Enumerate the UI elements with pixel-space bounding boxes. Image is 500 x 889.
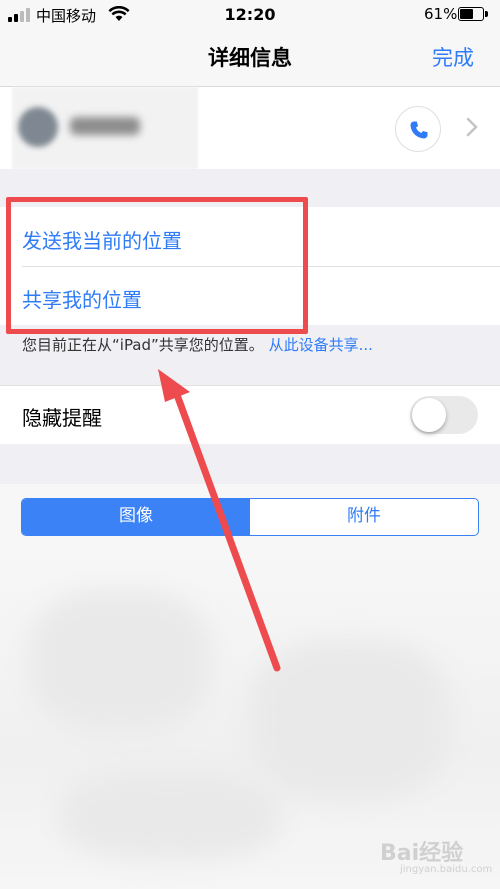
- watermark-url: jingyan.baidu.com: [400, 864, 493, 875]
- avatar: [18, 107, 58, 147]
- battery-level: [460, 9, 473, 19]
- annotation-highlight-box: [6, 197, 308, 334]
- media-segmented-control: 图像 附件: [21, 498, 479, 536]
- battery-icon: [458, 7, 488, 21]
- page-title: 详细信息: [208, 46, 292, 70]
- section-gap: [0, 444, 500, 484]
- toggle-knob: [412, 398, 446, 432]
- battery-percent: 61%: [424, 5, 458, 23]
- watermark-logo: Bai经验: [380, 841, 464, 866]
- phone-icon: [410, 121, 428, 139]
- call-button[interactable]: [395, 106, 441, 152]
- blurred-contact-name: [70, 117, 140, 135]
- status-bar: 中国移动 12:20 61%: [0, 0, 500, 30]
- hide-alerts-label: 隐藏提醒: [22, 406, 102, 430]
- hide-alerts-toggle[interactable]: [410, 396, 478, 434]
- share-from-this-device-link[interactable]: 从此设备共享...: [269, 336, 373, 354]
- location-footer-text: 您目前正在从“iPad”共享您的位置。: [22, 336, 264, 354]
- location-footer: 您目前正在从“iPad”共享您的位置。 从此设备共享...: [22, 334, 373, 355]
- hide-alerts-row: 隐藏提醒: [0, 385, 500, 445]
- tab-attachments[interactable]: 附件: [250, 499, 478, 535]
- chevron-right-icon: [466, 117, 478, 137]
- contact-row[interactable]: [0, 87, 500, 169]
- tab-images[interactable]: 图像: [22, 499, 250, 535]
- done-button[interactable]: 完成: [432, 42, 474, 72]
